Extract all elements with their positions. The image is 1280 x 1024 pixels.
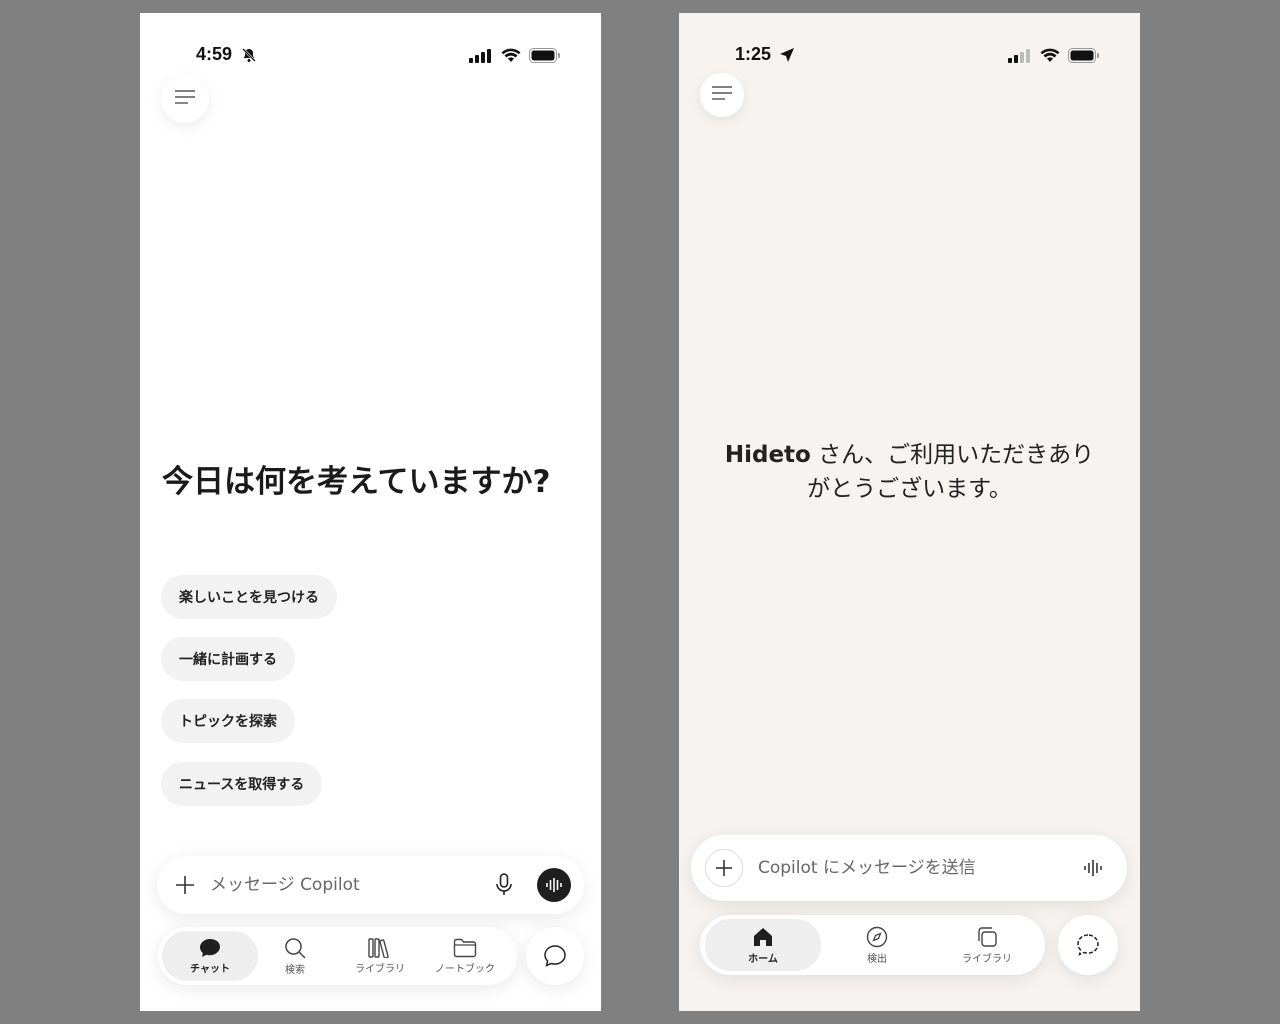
library-stack-icon [978,926,997,947]
chat-bubble-icon [200,938,220,957]
status-time: 4:59 [196,44,233,64]
plus-icon [716,860,732,876]
message-composer: メッセージ Copilot [157,856,584,914]
library-books-icon [368,937,389,958]
user-name: Hideto [724,442,811,468]
silent-mode-icon [241,47,257,67]
add-attachment-button[interactable] [175,875,195,899]
microphone-icon [496,873,512,895]
status-time: 1:25 [735,44,772,64]
location-arrow-icon [779,47,795,67]
nav-item-home[interactable]: ホーム [705,919,821,971]
menu-lines-icon [711,85,733,105]
welcome-line-1: Hideto さん、ご利用いただきあり [699,438,1120,472]
wifi-icon [1040,48,1060,67]
status-bar: 4:59 [140,44,601,68]
nav-label: チャット [190,963,230,975]
nav-item-discover[interactable]: 検出 [825,919,929,971]
suggestion-chip[interactable]: トピックを探索 [161,699,295,743]
voice-mode-button[interactable] [537,868,571,902]
phone-screen-left: 4:59 今日は何を考えていますか? 楽しいことを見つける 一緒に計画する トピ… [140,13,601,1011]
nav-item-search[interactable]: 検索 [247,931,343,981]
nav-label: ホーム [748,953,778,965]
voice-mode-button[interactable] [1083,859,1103,881]
message-input[interactable]: メッセージ Copilot [210,856,360,914]
suggestion-chip[interactable]: 楽しいことを見つける [161,575,337,619]
add-attachment-button[interactable] [705,849,743,887]
nav-item-notebook[interactable]: ノートブック [417,931,513,981]
compass-icon [866,926,888,947]
cellular-signal-icon [1008,48,1032,67]
bottom-nav: ホーム 検出 ライブラリ [700,915,1045,975]
new-chat-button[interactable] [526,927,584,985]
wifi-icon [501,48,521,67]
plus-icon [176,876,194,894]
welcome-line-2: がとうございます。 [807,476,1012,502]
nav-item-library[interactable]: ライブラリ [332,931,428,981]
chat-outline-icon [544,945,566,967]
battery-icon [529,48,561,67]
suggestion-chip[interactable]: ニュースを取得する [161,762,323,806]
cellular-signal-icon [469,48,493,67]
nav-label: ライブラリ [962,953,1012,965]
welcome-message: Hideto さん、ご利用いただきあり がとうございます。 [699,438,1120,506]
folder-icon [453,938,477,957]
chat-dashed-icon [1077,934,1099,956]
menu-button[interactable] [700,73,744,117]
search-icon [285,937,306,959]
status-bar: 1:25 [679,44,1140,68]
microphone-button[interactable] [494,873,514,901]
bottom-nav: チャット 検索 ライブラリ ノートブック [158,927,517,985]
nav-label: 検出 [867,953,887,965]
menu-button[interactable] [161,75,209,123]
welcome-text: さん、ご利用いただきあり [810,442,1095,468]
menu-lines-icon [174,89,196,109]
voice-wave-icon [1084,860,1102,876]
message-input[interactable]: Copilot にメッセージを送信 [758,835,976,901]
nav-label: 検索 [285,964,305,976]
voice-wave-icon [546,878,562,892]
battery-icon [1068,48,1100,67]
suggestion-chip[interactable]: 一緒に計画する [161,637,295,681]
phone-screen-right: 1:25 Hideto さん、ご利用いただきあり がとうございます。 Copil… [679,13,1140,1011]
nav-label: ライブラリ [355,963,405,975]
message-composer: Copilot にメッセージを送信 [691,835,1127,901]
nav-label: ノートブック [435,963,495,975]
greeting-heading: 今日は何を考えていますか? [162,464,551,500]
home-icon [754,927,772,946]
nav-item-chat[interactable]: チャット [162,931,258,981]
new-chat-button[interactable] [1058,915,1118,975]
nav-item-library[interactable]: ライブラリ [932,919,1042,971]
